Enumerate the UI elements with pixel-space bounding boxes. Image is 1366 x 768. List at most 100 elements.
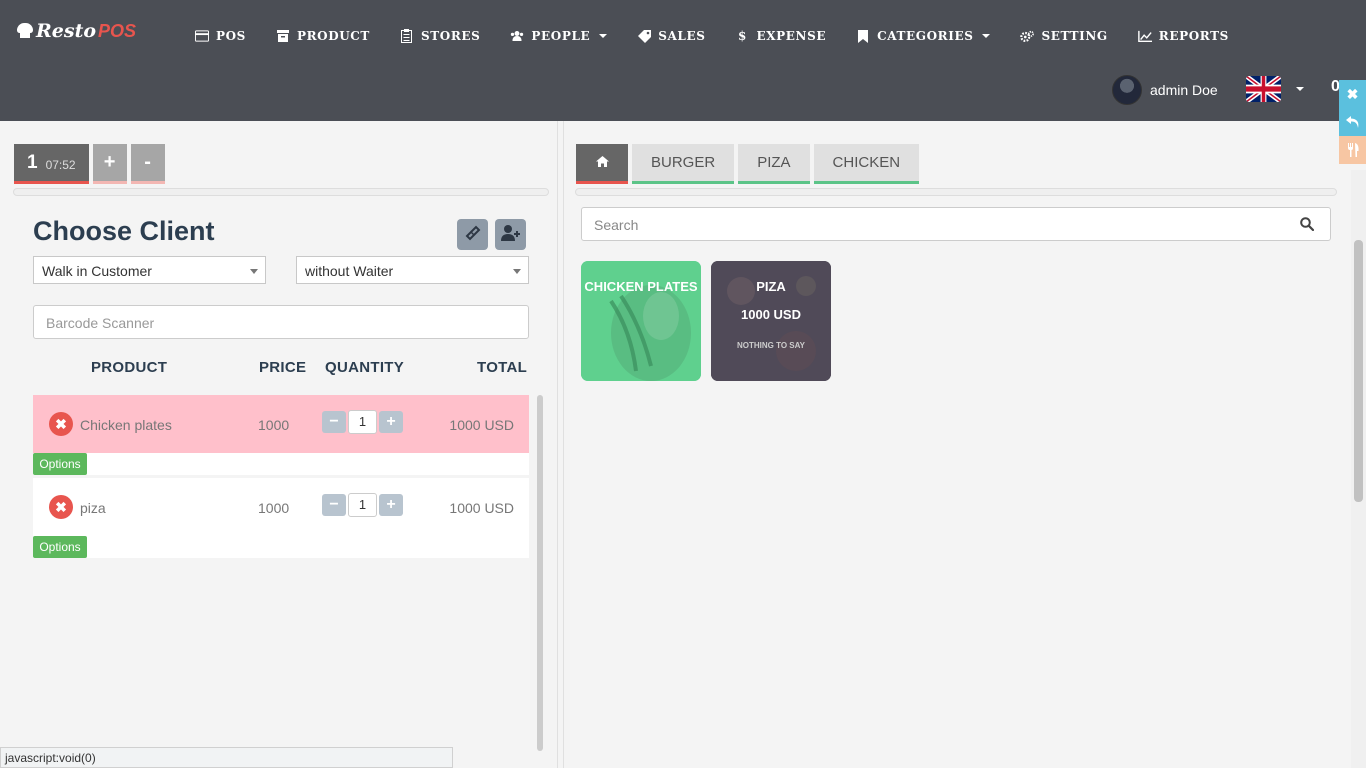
options-button[interactable]: Options	[33, 536, 87, 558]
page-scrollbar[interactable]	[1351, 170, 1366, 768]
header-quantity: QUANTITY	[325, 359, 405, 376]
cart-row[interactable]: ✖ Chicken plates 1000 − 1 + 1000 USD	[33, 395, 529, 453]
divider	[575, 188, 1337, 196]
decrease-qty-button[interactable]: −	[322, 411, 346, 433]
discount-tag-button[interactable]	[457, 219, 488, 250]
nav-sales[interactable]: SALES	[637, 26, 705, 46]
dollar-icon: $	[738, 29, 747, 43]
chef-hat-icon	[16, 23, 34, 39]
clipboard-icon	[400, 29, 414, 43]
brand-accent: POS	[98, 20, 137, 41]
category-tabs: BURGER PIZA CHICKEN	[576, 144, 920, 184]
avatar[interactable]	[1112, 75, 1142, 105]
search-icon[interactable]	[1300, 217, 1315, 232]
ticket-tab-active[interactable]: 1 07:52	[14, 144, 89, 184]
user-name[interactable]: admin Doe	[1150, 82, 1218, 98]
decrease-qty-button[interactable]: −	[322, 494, 346, 516]
app-logo[interactable]: Resto POS	[16, 20, 136, 42]
uk-flag-icon[interactable]	[1246, 76, 1281, 102]
add-ticket-button[interactable]: +	[92, 144, 127, 184]
product-name: PIZA	[756, 279, 786, 294]
remove-item-icon[interactable]: ✖	[49, 412, 73, 436]
nav-expense-label: EXPENSE	[756, 29, 827, 43]
item-total: 1000 USD	[449, 417, 514, 433]
nav-setting[interactable]: SETTING	[1020, 26, 1107, 46]
ticket-icon	[464, 224, 482, 245]
nav-expense[interactable]: $ EXPENSE	[735, 26, 826, 46]
nav-categories-label: CATEGORIES	[877, 29, 974, 43]
undo-icon[interactable]	[1339, 108, 1366, 136]
header-total: TOTAL	[477, 359, 528, 376]
nav-categories[interactable]: CATEGORIES	[856, 26, 991, 46]
top-navbar: Resto POS POS PRODUCT STORES PEOPLE SALE…	[0, 0, 1366, 121]
nav-people-label: PEOPLE	[531, 29, 591, 43]
customer-select[interactable]: Walk in Customer	[33, 256, 266, 284]
search-input[interactable]: Search	[581, 207, 1331, 241]
waiter-select[interactable]: without Waiter	[296, 256, 529, 284]
increase-qty-button[interactable]: +	[379, 411, 403, 433]
item-name: piza	[80, 500, 106, 516]
customer-select-value: Walk in Customer	[42, 263, 152, 279]
close-icon[interactable]: ✖	[1339, 80, 1366, 108]
tab-home[interactable]	[576, 144, 628, 184]
nav-reports[interactable]: REPORTS	[1137, 26, 1229, 46]
scrollbar-thumb[interactable]	[1354, 240, 1363, 502]
nav-pos[interactable]: POS	[195, 26, 246, 46]
nav-sales-label: SALES	[658, 29, 706, 43]
home-icon	[595, 154, 609, 172]
browser-status-bar: javascript:void(0)	[0, 747, 453, 768]
chevron-down-icon	[982, 34, 991, 38]
nav-stores-label: STORES	[420, 29, 481, 43]
search-placeholder: Search	[594, 217, 639, 233]
divider	[13, 188, 549, 196]
qty-input[interactable]: 1	[348, 493, 377, 517]
nav-reports-label: REPORTS	[1158, 29, 1229, 43]
cart-scrollbar[interactable]	[537, 395, 543, 751]
product-price: 1000 USD	[741, 307, 801, 322]
cart-row[interactable]: ✖ piza 1000 − 1 + 1000 USD	[33, 478, 529, 536]
qty-input[interactable]: 1	[348, 410, 377, 434]
item-total: 1000 USD	[449, 500, 514, 516]
options-button[interactable]: Options	[33, 453, 87, 475]
add-user-button[interactable]	[495, 219, 526, 250]
options-strip	[33, 453, 529, 475]
item-price: 1000	[258, 500, 290, 516]
remove-ticket-button[interactable]: -	[130, 144, 165, 184]
increase-qty-button[interactable]: +	[379, 494, 403, 516]
nav-setting-label: SETTING	[1041, 29, 1108, 43]
main-menu: POS PRODUCT STORES PEOPLE SALES $ EXPENS…	[195, 26, 1259, 46]
chevron-down-icon	[599, 34, 608, 38]
users-icon	[510, 29, 524, 43]
product-name: CHICKEN PLATES	[584, 279, 698, 294]
archive-icon	[276, 29, 290, 43]
product-description: NOTHING TO SAY	[736, 341, 805, 350]
tab-chicken[interactable]: CHICKEN	[813, 144, 920, 184]
line-chart-icon	[1137, 29, 1152, 43]
tab-piza[interactable]: PIZA	[738, 144, 810, 184]
ticket-time: 07:52	[45, 157, 76, 172]
user-menu[interactable]: admin Doe	[1112, 75, 1304, 105]
options-strip	[33, 536, 529, 558]
product-card-piza[interactable]: PIZA 1000 USD NOTHING TO SAY	[711, 261, 831, 381]
product-card-chicken-plates[interactable]: CHICKEN PLATES	[581, 261, 701, 381]
tag-icon	[637, 29, 651, 43]
remove-item-icon[interactable]: ✖	[49, 495, 73, 519]
page-title: Choose Client	[33, 216, 215, 246]
header-price: PRICE	[259, 359, 307, 376]
item-price: 1000	[258, 417, 290, 433]
nav-product[interactable]: PRODUCT	[276, 26, 370, 46]
nav-stores[interactable]: STORES	[400, 26, 480, 46]
barcode-input[interactable]: Barcode Scanner	[33, 305, 529, 339]
utensils-icon[interactable]	[1339, 136, 1366, 164]
side-toolbar: ✖	[1339, 80, 1366, 164]
user-plus-icon	[500, 225, 521, 244]
waiter-select-value: without Waiter	[305, 263, 394, 279]
brand-name: Resto	[36, 20, 97, 42]
header-product: PRODUCT	[91, 359, 168, 376]
item-name: Chicken plates	[80, 417, 172, 433]
chevron-down-icon[interactable]	[1296, 87, 1304, 91]
credit-card-icon	[195, 29, 209, 43]
chevron-down-icon	[250, 269, 258, 274]
tab-burger[interactable]: BURGER	[632, 144, 735, 184]
nav-people[interactable]: PEOPLE	[510, 26, 608, 46]
